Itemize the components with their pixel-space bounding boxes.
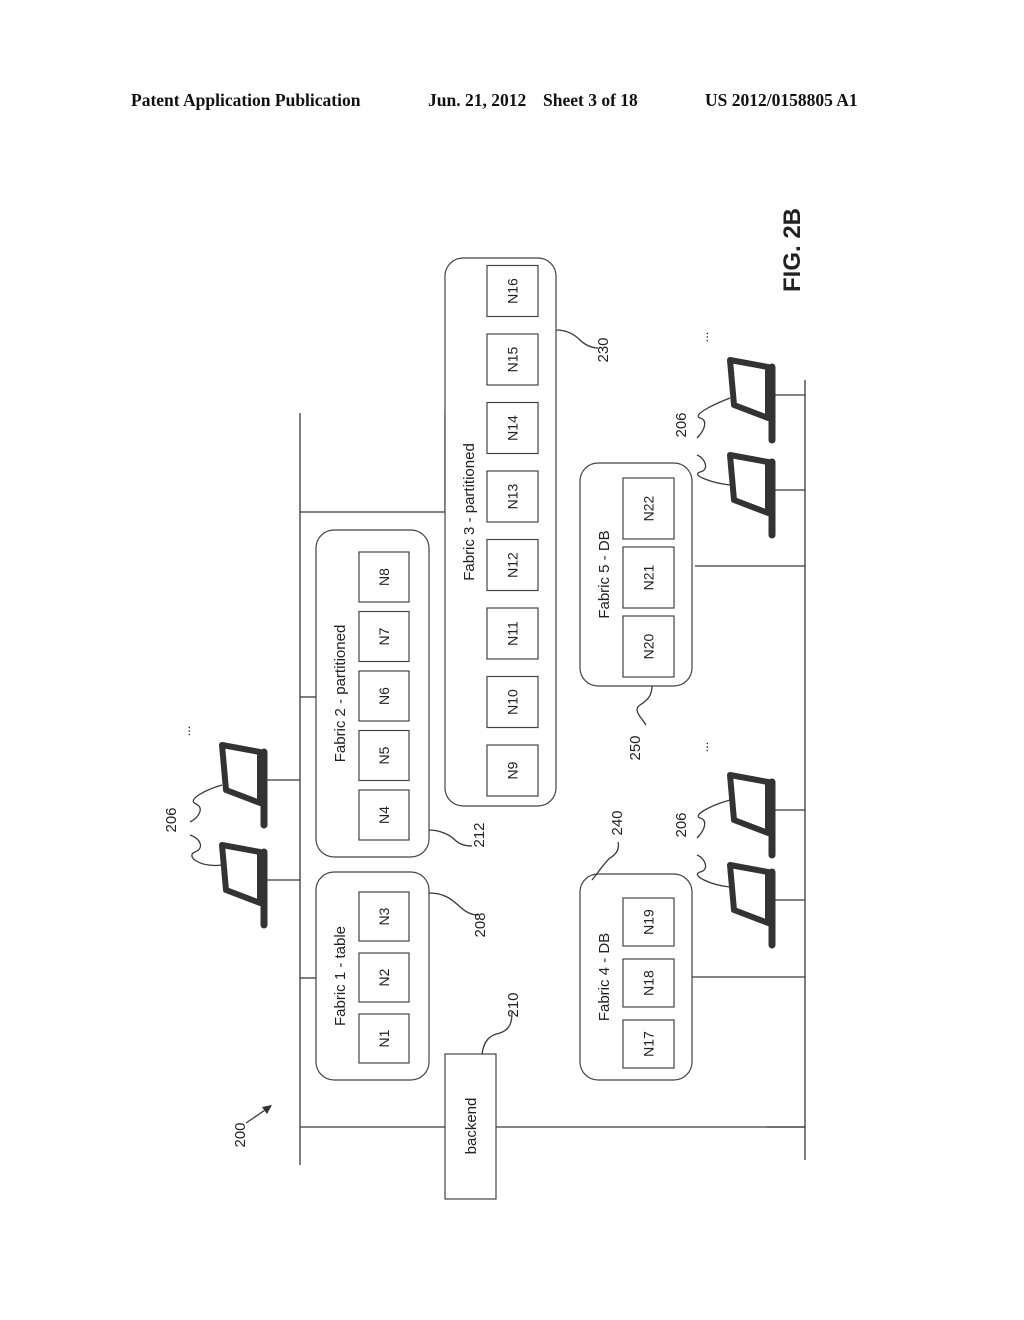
node-n19: N19 bbox=[622, 897, 675, 947]
node-label: N4 bbox=[376, 806, 392, 824]
fabric-title: Fabric 5 - DB bbox=[596, 530, 613, 618]
client-ref-leader bbox=[696, 397, 731, 439]
system-ref: 200 bbox=[232, 1122, 249, 1147]
node-label: N3 bbox=[376, 907, 392, 925]
node-label: N11 bbox=[505, 621, 521, 646]
laptop-screen-icon bbox=[727, 772, 771, 836]
fabric-title: Fabric 4 - DB bbox=[596, 933, 613, 1021]
client-device bbox=[219, 742, 300, 829]
fabric-title: Fabric 1 - table bbox=[332, 926, 349, 1026]
node-n22: N22 bbox=[622, 477, 675, 540]
client-ref-leader bbox=[696, 799, 731, 839]
node-label: N16 bbox=[505, 278, 521, 304]
client-ref-leader bbox=[696, 454, 731, 486]
node-label: N19 bbox=[641, 909, 657, 935]
figure-label: FIG. 2B bbox=[779, 208, 806, 292]
node-n8: N8 bbox=[358, 551, 410, 603]
node-label: N20 bbox=[641, 633, 657, 659]
backend-ref: 210 bbox=[505, 992, 522, 1017]
node-label: N18 bbox=[641, 970, 657, 996]
fabric-ref: 250 bbox=[627, 735, 644, 760]
node-label: N13 bbox=[505, 483, 521, 509]
node-n17: N17 bbox=[622, 1019, 675, 1069]
node-n5: N5 bbox=[358, 729, 410, 782]
laptop-screen-icon bbox=[219, 742, 263, 806]
fabric-ref: 240 bbox=[609, 810, 626, 835]
node-label: N15 bbox=[505, 346, 521, 372]
laptop-screen-icon bbox=[219, 842, 263, 906]
node-n18: N18 bbox=[622, 958, 675, 1008]
client-device bbox=[727, 357, 805, 444]
node-label: N5 bbox=[376, 746, 392, 764]
node-n11: N11 bbox=[486, 607, 539, 660]
fabric-1: Fabric 1 - table N1 N2 N3 208 bbox=[315, 871, 489, 1081]
node-label: N8 bbox=[376, 568, 392, 586]
fabric-ref: 230 bbox=[595, 337, 612, 362]
client-device bbox=[727, 772, 805, 859]
node-n13: N13 bbox=[486, 470, 539, 523]
fabric-5: Fabric 5 - DB N20 N21 N22 250 bbox=[579, 462, 693, 761]
node-n16: N16 bbox=[486, 264, 539, 318]
node-label: N21 bbox=[641, 564, 657, 590]
node-label: N17 bbox=[641, 1031, 657, 1057]
client-ref-leader bbox=[189, 784, 223, 823]
node-n12: N12 bbox=[486, 538, 539, 592]
client-device bbox=[727, 862, 805, 949]
more-clients-ellipsis: ... bbox=[178, 726, 193, 737]
fabric-groups: Fabric 1 - table N1 N2 N3 208 Fabric 2 - part… bbox=[315, 257, 693, 1081]
fabric-title: Fabric 3 - partitioned bbox=[461, 443, 478, 581]
backend-box: backend bbox=[444, 1053, 497, 1200]
node-label: N10 bbox=[505, 689, 521, 715]
fabric-ref-leader bbox=[636, 685, 653, 726]
client-ref-leader bbox=[189, 834, 223, 867]
client-ref-group: 206 bbox=[673, 799, 731, 888]
node-n2: N2 bbox=[358, 952, 410, 1003]
client-device bbox=[727, 452, 805, 539]
node-label: N1 bbox=[376, 1029, 392, 1047]
fabric-ref-leader bbox=[555, 329, 599, 349]
fabric-4: Fabric 4 - DB N17 N18 N19 240 bbox=[579, 810, 693, 1081]
laptop-screen-icon bbox=[727, 357, 771, 421]
more-clients-ellipsis: ... bbox=[696, 332, 711, 343]
client-ref: 206 bbox=[163, 807, 180, 832]
node-label: N12 bbox=[505, 552, 521, 578]
figure-2b-diagram: backend 210 200 Fabric 1 - table N1 N2 N3 20… bbox=[163, 208, 806, 1200]
node-n14: N14 bbox=[486, 401, 539, 455]
system-arrowhead bbox=[262, 1105, 272, 1114]
node-n3: N3 bbox=[358, 891, 410, 942]
node-n9: N9 bbox=[486, 744, 539, 797]
client-ref: 206 bbox=[673, 412, 690, 437]
more-clients-ellipsis: ... bbox=[696, 742, 711, 753]
node-label: N14 bbox=[505, 415, 521, 441]
backend-label: backend bbox=[463, 1098, 480, 1155]
laptop-screen-icon bbox=[727, 452, 771, 516]
node-n4: N4 bbox=[358, 789, 410, 841]
node-n1: N1 bbox=[358, 1013, 410, 1064]
fabric-title: Fabric 2 - partitioned bbox=[332, 625, 349, 763]
fabric-ref: 212 bbox=[471, 822, 488, 847]
client-ref: 206 bbox=[673, 812, 690, 837]
node-label: N9 bbox=[505, 761, 521, 779]
node-n7: N7 bbox=[358, 610, 410, 663]
client-ref-group: 206 bbox=[163, 784, 223, 867]
node-n15: N15 bbox=[486, 333, 539, 386]
node-label: N6 bbox=[376, 687, 392, 705]
node-n10: N10 bbox=[486, 675, 539, 729]
node-n21: N21 bbox=[622, 546, 675, 609]
fabric-ref-leader bbox=[428, 829, 473, 847]
node-label: N22 bbox=[641, 495, 657, 521]
client-device bbox=[219, 842, 300, 929]
fabric-ref-leader bbox=[428, 892, 479, 916]
client-ref-leader bbox=[696, 854, 731, 888]
node-label: N7 bbox=[376, 627, 392, 645]
fabric-ref: 208 bbox=[472, 912, 489, 937]
node-n6: N6 bbox=[358, 670, 410, 722]
node-label: N2 bbox=[376, 968, 392, 986]
node-n20: N20 bbox=[622, 615, 675, 678]
laptop-screen-icon bbox=[727, 862, 771, 926]
